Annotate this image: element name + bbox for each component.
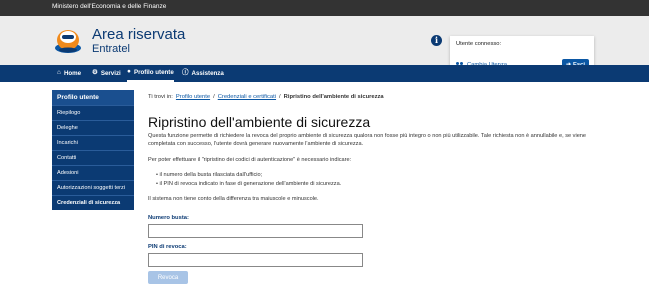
breadcrumb-separator: / — [213, 94, 215, 100]
sidebar: Profilo utente Riepilogo Deleghe Incaric… — [52, 90, 134, 210]
page-title: Ripristino dell'ambiente di sicurezza — [148, 114, 371, 130]
pin-revoca-input[interactable] — [148, 253, 363, 267]
ministry-name: Ministero dell'Economia e delle Finanze — [52, 3, 167, 10]
pin-label: PIN di revoca: — [148, 244, 187, 250]
user-icon: ● — [127, 68, 131, 76]
sidebar-item-incarichi[interactable]: Incarichi — [52, 135, 134, 150]
sidebar-item-autorizzazioni[interactable]: Autorizzazioni soggetti terzi — [52, 180, 134, 195]
gear-icon: ⚙ — [92, 69, 98, 77]
sidebar-item-deleghe[interactable]: Deleghe — [52, 120, 134, 135]
app-header: Area riservata Entratel i Utente conness… — [0, 16, 649, 74]
breadcrumb-link-credenziali[interactable]: Credenziali e certificati — [218, 94, 276, 100]
main-nav: ⌂ Home ⚙ Servizi ● Profilo utente ⓘ Assi… — [0, 65, 649, 82]
breadcrumb: Ti trovi in: Profilo utente / Credenzial… — [148, 94, 588, 100]
nav-servizi[interactable]: ⚙ Servizi — [92, 65, 121, 82]
info-icon: ⓘ — [182, 69, 189, 77]
ministry-topbar: Ministero dell'Economia e delle Finanze — [0, 0, 649, 16]
list-item: il numero della busta rilasciata dall'uf… — [156, 171, 341, 180]
breadcrumb-separator: / — [279, 94, 281, 100]
breadcrumb-current: Ripristino dell'ambiente di sicurezza — [283, 94, 384, 100]
nav-profilo-utente[interactable]: ● Profilo utente — [127, 65, 174, 82]
requirements-list: il numero della busta rilasciata dall'uf… — [156, 171, 342, 189]
connected-user-label: Utente connesso: — [456, 41, 502, 47]
revoca-button[interactable]: Revoca — [148, 271, 188, 284]
sidebar-item-riepilogo[interactable]: Riepilogo — [52, 105, 134, 120]
nav-home[interactable]: ⌂ Home — [57, 65, 81, 82]
sidebar-item-contatti[interactable]: Contatti — [52, 150, 134, 165]
list-item: il PIN di revoca indicato in fase di gen… — [156, 180, 342, 189]
requirements-paragraph: Per poter effettuare il "ripristino dei … — [148, 157, 352, 163]
home-icon: ⌂ — [57, 69, 61, 77]
nav-assistenza[interactable]: ⓘ Assistenza — [182, 65, 224, 82]
nav-home-label: Home — [63, 70, 82, 77]
busta-label: Numero busta: — [148, 215, 189, 221]
entratel-logo — [55, 30, 81, 53]
intro-paragraph: Questa funzione permette di richiedere l… — [148, 133, 587, 147]
sidebar-heading: Profilo utente — [52, 90, 134, 105]
case-note: Il sistema non tiene conto della differe… — [148, 196, 319, 202]
sidebar-item-adesioni[interactable]: Adesioni — [52, 165, 134, 180]
busta-number-input[interactable] — [148, 224, 363, 238]
app-subtitle: Entratel — [92, 43, 130, 55]
nav-servizi-label: Servizi — [100, 70, 121, 77]
sidebar-item-credenziali[interactable]: Credenziali di sicurezza — [52, 195, 134, 210]
nav-profilo-label: Profilo utente — [133, 69, 174, 76]
main-content: Ti trovi in: Profilo utente / Credenzial… — [148, 94, 588, 284]
breadcrumb-link-profilo[interactable]: Profilo utente — [176, 94, 210, 100]
breadcrumb-prefix: Ti trovi in: — [148, 94, 173, 100]
app-title: Area riservata — [92, 26, 186, 43]
nav-assistenza-label: Assistenza — [191, 70, 224, 77]
info-icon[interactable]: i — [431, 35, 442, 46]
